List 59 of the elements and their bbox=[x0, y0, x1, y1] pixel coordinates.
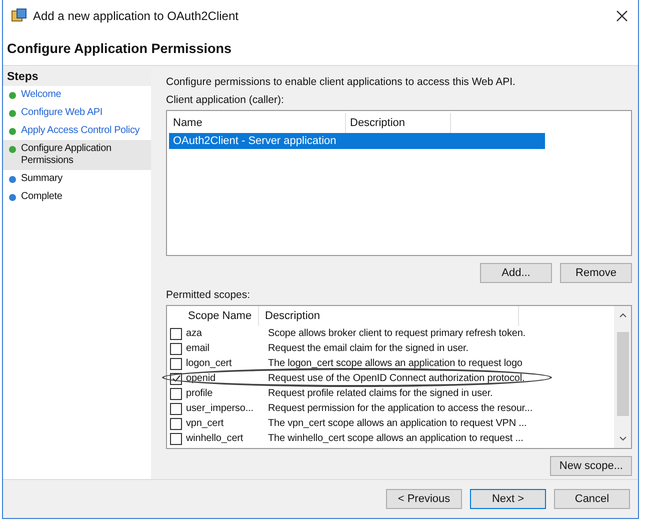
checkbox[interactable] bbox=[170, 372, 182, 384]
checkbox[interactable] bbox=[170, 388, 182, 400]
scope-name: email bbox=[185, 343, 210, 354]
step-item[interactable]: Summary bbox=[3, 170, 151, 188]
list-button[interactable]: Add... bbox=[480, 263, 552, 283]
list-button[interactable]: Remove bbox=[560, 263, 632, 283]
scope-name: vpn_cert bbox=[185, 418, 225, 429]
step-item[interactable]: Complete bbox=[3, 188, 151, 206]
page-title: Configure Application Permissions bbox=[7, 41, 232, 56]
step-item[interactable]: Welcome bbox=[3, 86, 151, 104]
scope-description: Request profile related claims for the signed in user. bbox=[268, 388, 493, 399]
scope-name: user_imperso... bbox=[185, 403, 254, 414]
scope-name: aza bbox=[185, 328, 203, 339]
step-item[interactable]: Configure Web API bbox=[3, 104, 151, 122]
intro-text: Configure permissions to enable client applications to access this Web API. bbox=[166, 76, 516, 88]
scrollbar[interactable] bbox=[614, 306, 631, 448]
client-label: Client application (caller): bbox=[166, 94, 285, 106]
step-label: Welcome bbox=[21, 89, 62, 101]
scope-description: The logon_cert scope allows an application to request logo bbox=[268, 358, 522, 369]
steps-heading: Steps bbox=[3, 68, 151, 86]
window-title: Add a new application to OAuth2Client bbox=[33, 9, 240, 23]
checkbox[interactable] bbox=[170, 358, 182, 370]
wizard-button[interactable]: < Previous bbox=[386, 489, 462, 509]
new-scope-button[interactable]: New scope... bbox=[550, 456, 632, 476]
column-header[interactable]: Description bbox=[259, 306, 519, 326]
step-item[interactable]: Apply Access Control Policy bbox=[3, 122, 151, 140]
scope-description: The winhello_cert scope allows an application to request ... bbox=[268, 433, 524, 444]
close-icon bbox=[616, 10, 628, 22]
scopes-label: Permitted scopes: bbox=[166, 289, 252, 301]
scope-name: profile bbox=[185, 388, 214, 399]
step-label: Complete bbox=[21, 191, 62, 203]
step-label: Apply Access Control Policy bbox=[21, 125, 140, 137]
column-header[interactable]: Scope Name bbox=[170, 306, 259, 326]
scope-description: Request use of the OpenID Connect authorization protocol. bbox=[268, 373, 525, 384]
step-item[interactable]: Configure Application Permissions bbox=[3, 140, 151, 170]
scope-name: winhello_cert bbox=[185, 433, 244, 444]
scope-description: Request the email claim for the signed in user. bbox=[268, 343, 468, 354]
scope-description: Scope allows broker client to request primary refresh token. bbox=[268, 328, 526, 339]
checkbox[interactable] bbox=[170, 432, 182, 444]
app-icon bbox=[11, 8, 27, 24]
checkbox[interactable] bbox=[170, 402, 182, 414]
client-list[interactable]: Name Description OAuth2Client - Server application bbox=[166, 110, 632, 256]
scope-name: logon_cert bbox=[185, 358, 233, 369]
wizard-button[interactable]: Cancel bbox=[554, 489, 630, 509]
client-row[interactable]: OAuth2Client - Server application bbox=[169, 133, 545, 149]
step-label: Summary bbox=[21, 173, 62, 185]
scroll-up-icon[interactable] bbox=[618, 312, 626, 318]
scope-description: The vpn_cert scope allows an application to request VPN ... bbox=[268, 418, 527, 429]
step-label: Configure Web API bbox=[21, 107, 102, 119]
step-label: Configure Application Permissions bbox=[21, 143, 112, 167]
scroll-down-icon[interactable] bbox=[618, 436, 626, 442]
table-cell: OAuth2Client - Server application bbox=[173, 135, 336, 147]
scope-name: openid bbox=[185, 373, 216, 384]
wizard-button[interactable]: Next > bbox=[470, 489, 546, 509]
checkbox[interactable] bbox=[170, 342, 182, 354]
checkbox[interactable] bbox=[170, 328, 182, 340]
checkbox[interactable] bbox=[170, 418, 182, 430]
scope-description: Request permission for the application to access the resour... bbox=[268, 403, 532, 414]
scroll-thumb[interactable] bbox=[616, 332, 628, 416]
